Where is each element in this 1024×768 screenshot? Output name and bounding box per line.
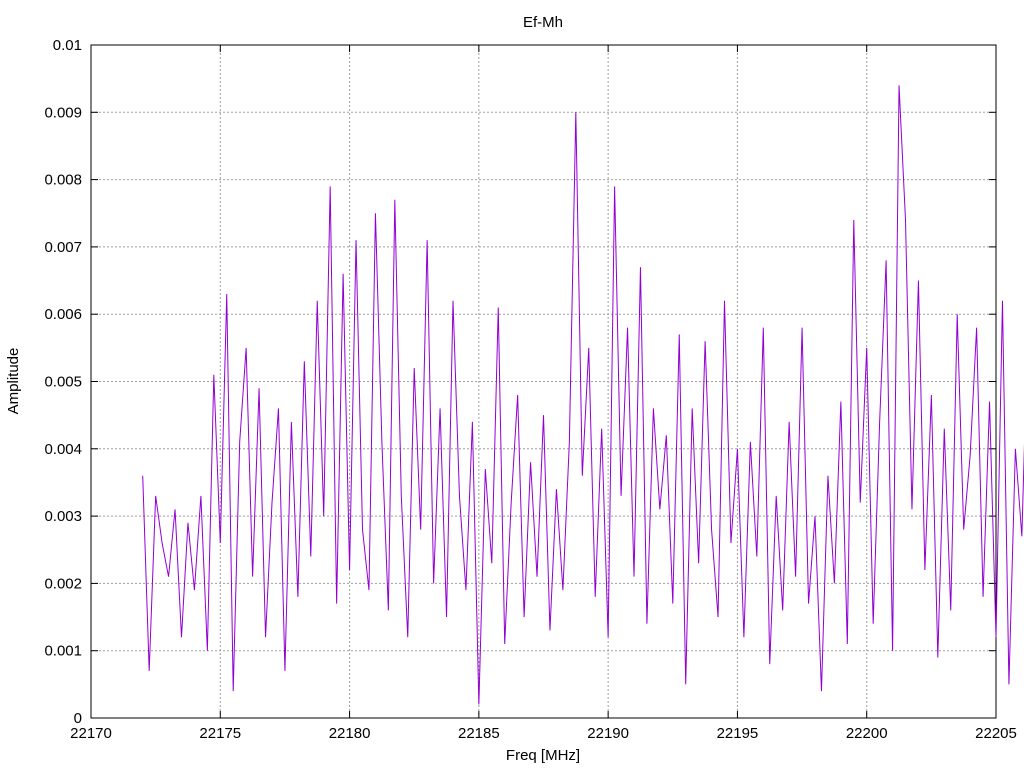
y-tick-label: 0.003 [44,508,82,525]
x-tick-label: 22175 [199,725,241,742]
x-tick-label: 22180 [329,725,371,742]
y-tick-label: 0.001 [44,643,82,660]
chart: 22170 22175 22180 22185 22190 22195 22200 22205… [5,14,1024,764]
y-tick-label: 0.002 [44,575,82,592]
y-tick-label: 0.005 [44,374,82,391]
y-tick-label: 0.009 [44,104,82,121]
y-tick-label: 0.004 [44,441,82,458]
x-tick-label: 22185 [458,725,500,742]
x-tick-label: 22205 [975,725,1017,742]
y-axis-title: Amplitude [5,348,22,415]
y-tick-label: 0.01 [53,37,82,54]
y-tick-label: 0.006 [44,306,82,323]
grid [91,45,996,718]
chart-title: Ef-Mh [523,14,563,31]
x-tick-label: 22200 [846,725,888,742]
x-tick-label: 22190 [587,725,629,742]
y-tick-label: 0 [74,710,82,727]
tick-labels: 22170 22175 22180 22185 22190 22195 22200 22205… [44,37,1016,742]
x-tick-label: 22170 [70,725,112,742]
x-axis-title: Freq [MHz] [506,747,580,764]
y-tick-label: 0.008 [44,172,82,189]
y-tick-label: 0.007 [44,239,82,256]
x-tick-label: 22195 [717,725,759,742]
